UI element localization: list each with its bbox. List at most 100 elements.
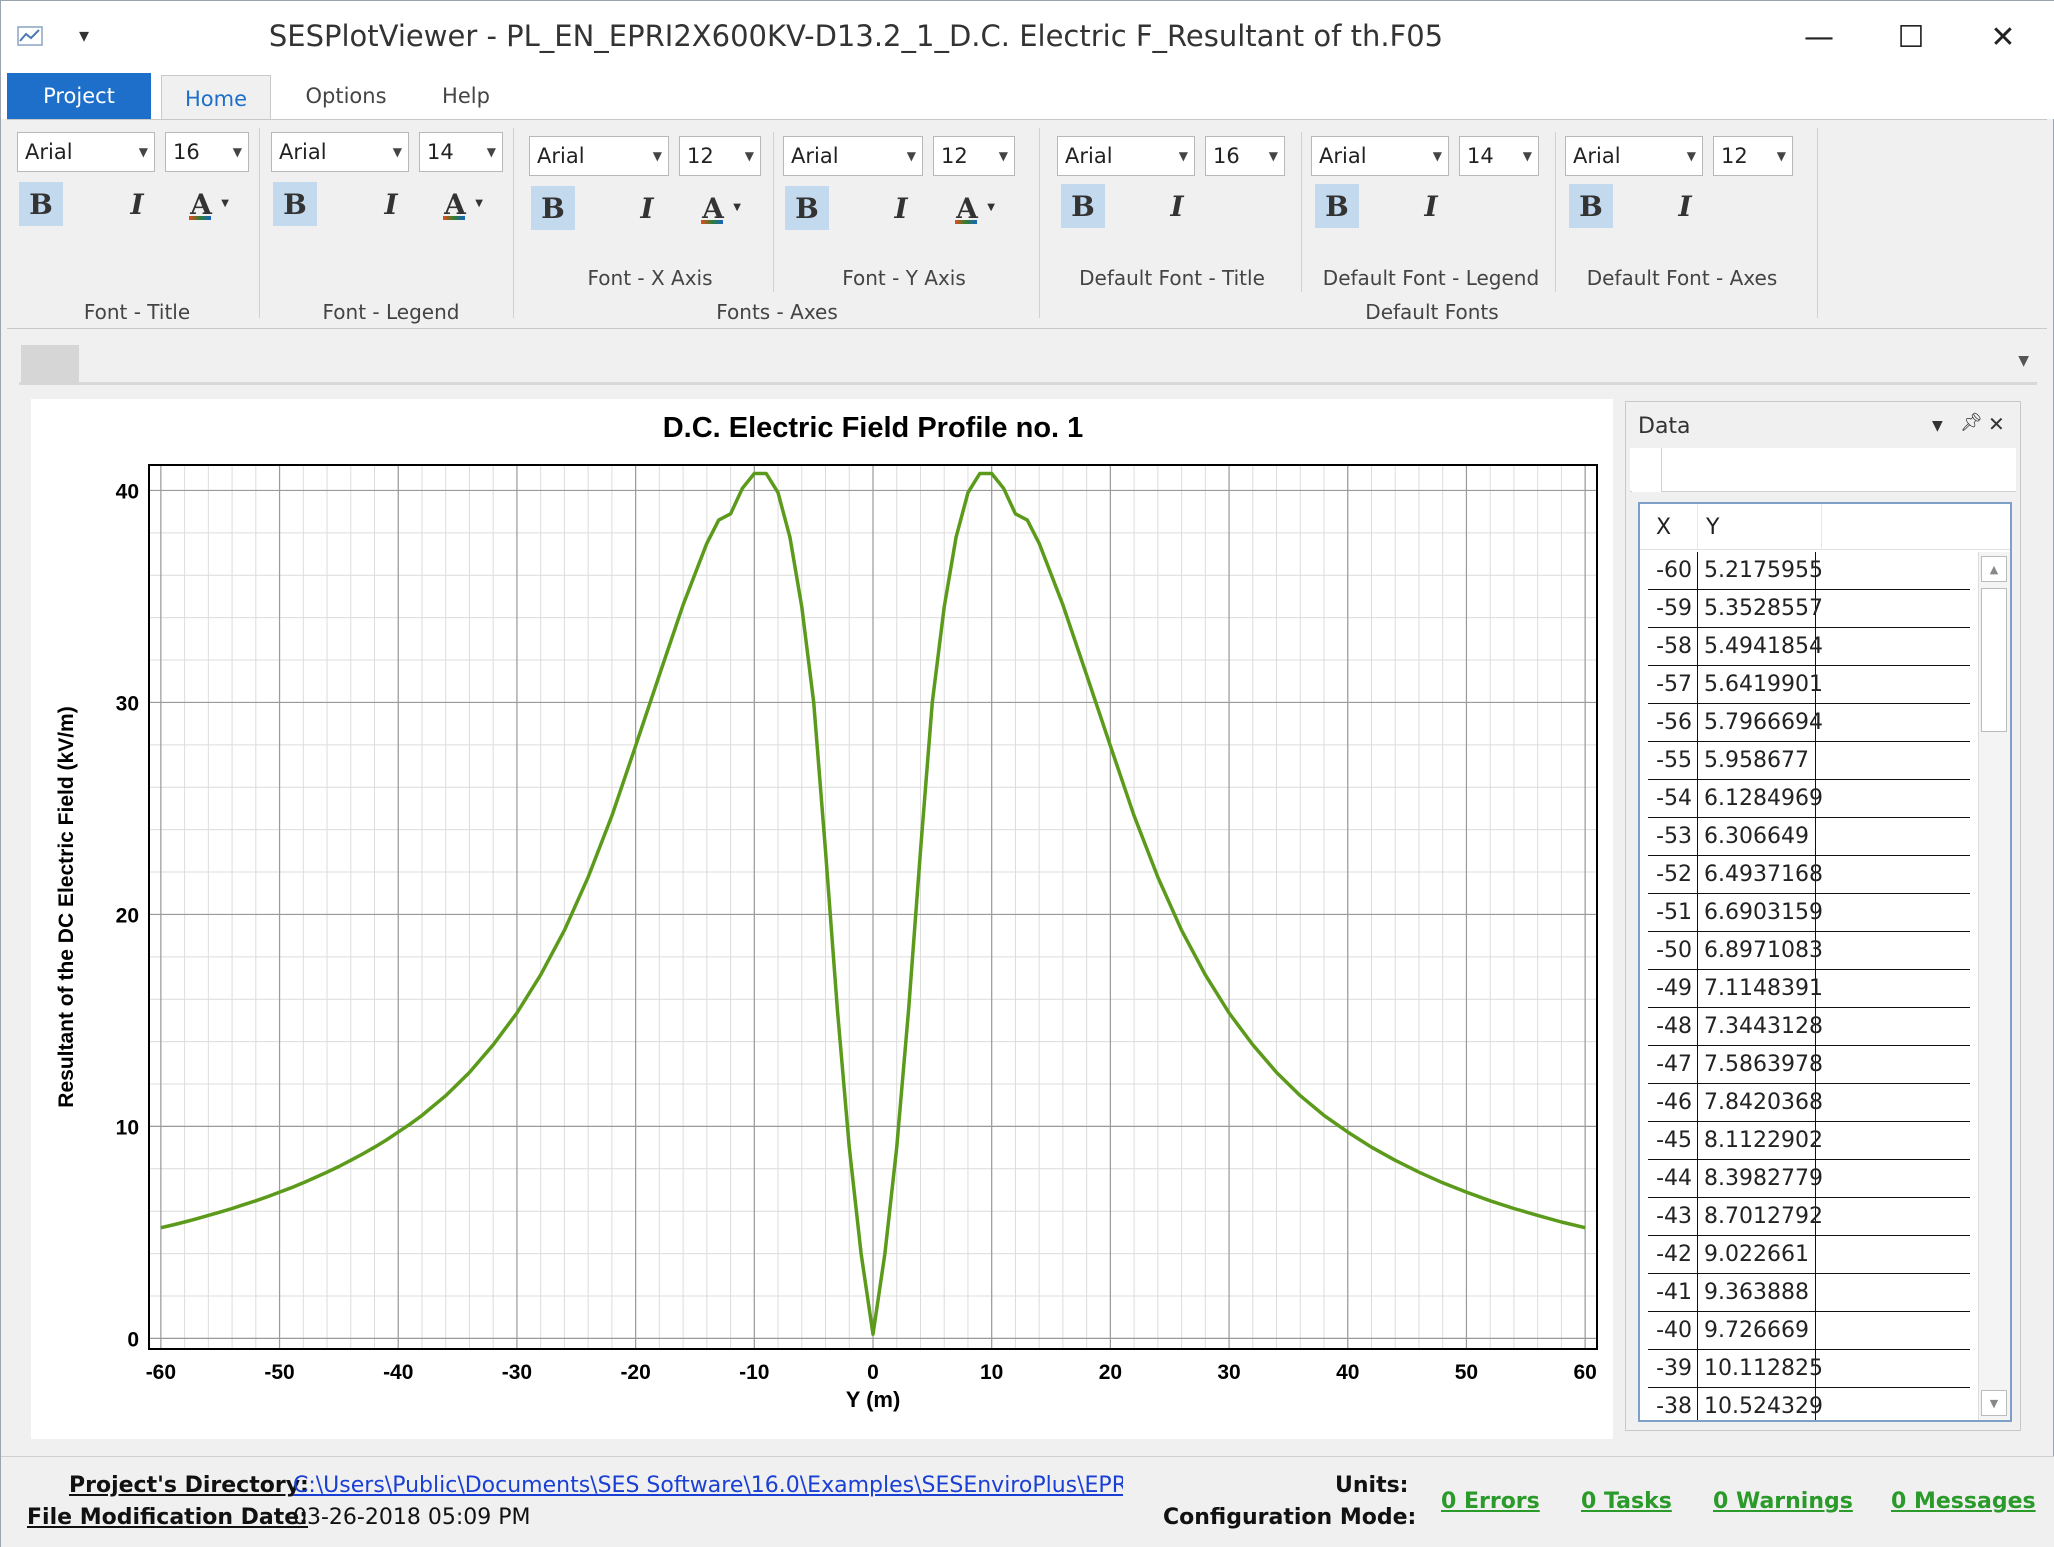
cell-y[interactable]: 10.112825 [1698,1350,1823,1388]
table-row[interactable]: -51 6.6903159 [1640,894,1976,932]
cell-x[interactable]: -50 [1648,932,1698,970]
cell-x[interactable]: -52 [1648,856,1698,894]
maximize-button[interactable]: ☐ [1881,15,1941,59]
xaxis-color-button[interactable]: A ▼ [691,186,741,230]
table-row[interactable]: -57 5.6419901 [1640,666,1976,704]
chart-svg[interactable]: -60 -50 -40 -30 -20 -10 0 10 20 30 40 50 60 0 10 20 30 4… [31,399,1613,1439]
document-tab[interactable] [21,345,79,385]
cell-x[interactable]: -40 [1648,1312,1698,1350]
legend-size-combo[interactable]: 14 ▼ [419,132,503,172]
data-grid-scrollbar[interactable]: ▲ ▼ [1978,552,2010,1420]
table-row[interactable]: -48 7.3443128 [1640,1008,1976,1046]
project-directory-link[interactable]: C:\Users\Public\Documents\SES Software\1… [293,1473,1123,1498]
cell-y[interactable]: 9.022661 [1698,1236,1816,1274]
table-row[interactable]: -42 9.022661 [1640,1236,1976,1274]
default-title-italic-button[interactable]: I [1155,184,1199,228]
cell-y[interactable]: 6.1284969 [1698,780,1823,818]
table-row[interactable]: -54 6.1284969 [1640,780,1976,818]
yaxis-bold-button[interactable]: B [785,186,829,230]
cell-x[interactable]: -56 [1648,704,1698,742]
table-row[interactable]: -50 6.8971083 [1640,932,1976,970]
table-row[interactable]: -49 7.1148391 [1640,970,1976,1008]
cell-y[interactable]: 5.4941854 [1698,628,1823,666]
default-axes-font-combo[interactable]: Arial ▼ [1565,136,1703,176]
cell-x[interactable]: -43 [1648,1198,1698,1236]
data-panel-tab[interactable] [1632,448,1662,492]
yaxis-italic-button[interactable]: I [879,186,923,230]
messages-link[interactable]: 0 Messages [1891,1489,2036,1514]
default-legend-font-combo[interactable]: Arial ▼ [1311,136,1449,176]
cell-y[interactable]: 7.8420368 [1698,1084,1823,1122]
legend-italic-button[interactable]: I [369,182,413,226]
legend-color-button[interactable]: A ▼ [433,182,483,226]
cell-y[interactable]: 9.726669 [1698,1312,1816,1350]
cell-x[interactable]: -51 [1648,894,1698,932]
table-row[interactable]: -38 10.524329 [1640,1388,1976,1420]
cell-y[interactable]: 7.3443128 [1698,1008,1823,1046]
chevron-down-icon[interactable]: ▼ [2018,353,2029,369]
cell-y[interactable]: 6.6903159 [1698,894,1823,932]
cell-x[interactable]: -57 [1648,666,1698,704]
xaxis-italic-button[interactable]: I [625,186,669,230]
table-row[interactable]: -58 5.4941854 [1640,628,1976,666]
default-legend-size-combo[interactable]: 14 ▼ [1459,136,1539,176]
tab-options[interactable]: Options [291,73,401,119]
cell-y[interactable]: 10.524329 [1698,1388,1823,1420]
cell-y[interactable]: 5.7966694 [1698,704,1823,742]
xaxis-font-combo[interactable]: Arial ▼ [529,136,669,176]
cell-y[interactable]: 5.3528557 [1698,590,1823,628]
yaxis-size-combo[interactable]: 12 ▼ [933,136,1015,176]
cell-x[interactable]: -46 [1648,1084,1698,1122]
cell-x[interactable]: -60 [1648,552,1698,590]
cell-x[interactable]: -54 [1648,780,1698,818]
title-italic-button[interactable]: I [115,182,159,226]
cell-x[interactable]: -48 [1648,1008,1698,1046]
cell-y[interactable]: 6.4937168 [1698,856,1823,894]
yaxis-font-combo[interactable]: Arial ▼ [783,136,923,176]
cell-x[interactable]: -53 [1648,818,1698,856]
cell-x[interactable]: -39 [1648,1350,1698,1388]
cell-y[interactable]: 9.363888 [1698,1274,1816,1312]
title-color-button[interactable]: A ▼ [179,182,229,226]
cell-y[interactable]: 8.7012792 [1698,1198,1823,1236]
scroll-down-icon[interactable]: ▼ [1981,1390,2007,1416]
table-row[interactable]: -55 5.958677 [1640,742,1976,780]
cell-x[interactable]: -45 [1648,1122,1698,1160]
minimize-button[interactable]: — [1789,15,1849,59]
table-row[interactable]: -46 7.8420368 [1640,1084,1976,1122]
table-row[interactable]: -43 8.7012792 [1640,1198,1976,1236]
errors-link[interactable]: 0 Errors [1441,1489,1540,1514]
table-row[interactable]: -44 8.3982779 [1640,1160,1976,1198]
legend-bold-button[interactable]: B [273,182,317,226]
cell-y[interactable]: 5.958677 [1698,742,1816,780]
table-row[interactable]: -52 6.4937168 [1640,856,1976,894]
table-row[interactable]: -41 9.363888 [1640,1274,1976,1312]
cell-y[interactable]: 6.306649 [1698,818,1816,856]
default-title-font-combo[interactable]: Arial ▼ [1057,136,1195,176]
cell-y[interactable]: 6.8971083 [1698,932,1823,970]
scroll-thumb[interactable] [1981,588,2007,732]
default-title-size-combo[interactable]: 16 ▼ [1205,136,1285,176]
scroll-up-icon[interactable]: ▲ [1981,556,2007,582]
cell-y[interactable]: 5.2175955 [1698,552,1823,590]
table-row[interactable]: -39 10.112825 [1640,1350,1976,1388]
cell-x[interactable]: -42 [1648,1236,1698,1274]
tab-home[interactable]: Home [161,75,271,121]
default-legend-bold-button[interactable]: B [1315,184,1359,228]
default-title-bold-button[interactable]: B [1061,184,1105,228]
table-row[interactable]: -47 7.5863978 [1640,1046,1976,1084]
cell-y[interactable]: 7.5863978 [1698,1046,1823,1084]
table-row[interactable]: -40 9.726669 [1640,1312,1976,1350]
default-axes-italic-button[interactable]: I [1663,184,1707,228]
xaxis-size-combo[interactable]: 12 ▼ [679,136,761,176]
warnings-link[interactable]: 0 Warnings [1713,1489,1853,1514]
cell-x[interactable]: -58 [1648,628,1698,666]
default-axes-size-combo[interactable]: 12 ▼ [1713,136,1793,176]
table-row[interactable]: -56 5.7966694 [1640,704,1976,742]
cell-x[interactable]: -38 [1648,1388,1698,1420]
data-grid[interactable]: X Y -60 5.2175955 -59 5.3528557 -58 5.4941854… [1638,502,2012,1422]
cell-y[interactable]: 5.6419901 [1698,666,1823,704]
yaxis-color-button[interactable]: A ▼ [945,186,995,230]
cell-x[interactable]: -55 [1648,742,1698,780]
column-header-y[interactable]: Y [1698,504,1822,550]
